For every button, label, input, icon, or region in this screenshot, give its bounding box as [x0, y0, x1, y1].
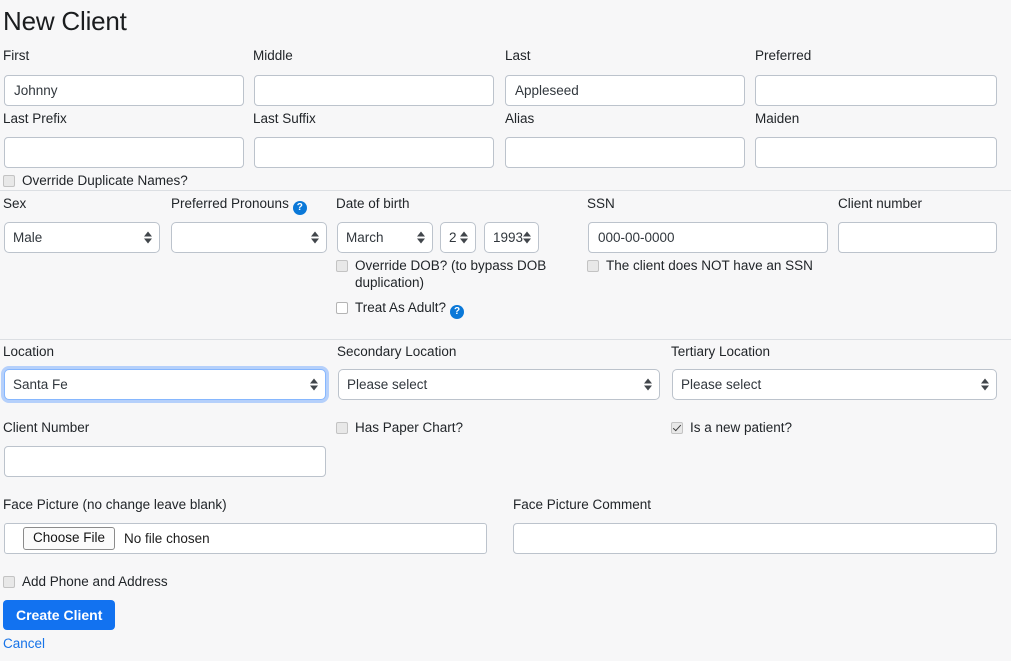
- treat-as-adult-label: Treat As Adult??: [355, 299, 465, 319]
- client-number-input[interactable]: [4, 446, 326, 477]
- add-phone-and-address-label: Add Phone and Address: [22, 574, 168, 589]
- create-client-button[interactable]: Create Client: [3, 600, 116, 630]
- date-of-birth-label: Date of birth: [336, 196, 410, 211]
- treat-as-adult-row[interactable]: Treat As Adult??: [336, 299, 465, 319]
- sex-label: Sex: [3, 196, 27, 211]
- last-name-input[interactable]: [505, 75, 745, 106]
- override-dob-label: Override DOB? (to bypass DOB duplication…: [355, 258, 547, 290]
- treat-as-adult-label-text: Treat As Adult?: [355, 300, 447, 315]
- chevron-updown-icon: [460, 230, 468, 245]
- divider-demographics-section: [0, 339, 1011, 340]
- maiden-label: Maiden: [755, 111, 800, 126]
- help-icon[interactable]: ?: [450, 305, 465, 319]
- last-prefix-label: Last Prefix: [3, 111, 67, 126]
- override-duplicate-names-row[interactable]: Override Duplicate Names?: [3, 172, 188, 189]
- has-paper-chart-label: Has Paper Chart?: [355, 420, 464, 435]
- last-name-label: Last: [505, 48, 531, 63]
- location-select[interactable]: Santa Fe: [4, 369, 326, 400]
- override-dob-row[interactable]: Override DOB? (to bypass DOB duplication…: [336, 257, 571, 291]
- chevron-updown-icon: [981, 377, 989, 392]
- client-number-top-label: Client number: [838, 196, 923, 211]
- tertiary-location-select-value: Please select: [681, 377, 762, 392]
- alias-input[interactable]: [505, 137, 745, 168]
- last-suffix-label: Last Suffix: [253, 111, 316, 126]
- is-new-patient-checkbox[interactable]: [671, 422, 683, 434]
- cancel-link[interactable]: Cancel: [3, 636, 45, 651]
- face-picture-comment-label: Face Picture Comment: [513, 497, 652, 512]
- help-icon[interactable]: ?: [292, 201, 307, 215]
- sex-select-value: Male: [13, 230, 43, 245]
- chevron-updown-icon: [311, 230, 319, 245]
- chevron-updown-icon: [523, 230, 531, 245]
- has-paper-chart-checkbox[interactable]: [336, 422, 348, 434]
- preferred-pronouns-select[interactable]: [171, 222, 327, 253]
- override-duplicate-names-label: Override Duplicate Names?: [22, 173, 188, 188]
- preferred-name-label: Preferred: [755, 48, 812, 63]
- client-number-top-input[interactable]: [838, 222, 997, 253]
- file-status-text: No file chosen: [124, 531, 210, 546]
- dob-month-select[interactable]: March: [337, 222, 433, 253]
- choose-file-button[interactable]: Choose File: [23, 527, 116, 550]
- face-picture-label: Face Picture (no change leave blank): [3, 497, 227, 512]
- location-select-value: Santa Fe: [13, 377, 68, 392]
- preferred-name-input[interactable]: [755, 75, 997, 106]
- override-dob-checkbox[interactable]: [336, 260, 348, 272]
- add-phone-and-address-checkbox[interactable]: [3, 576, 15, 588]
- secondary-location-label: Secondary Location: [337, 344, 457, 359]
- ssn-input[interactable]: [588, 222, 828, 253]
- dob-year-value: 1993: [493, 230, 524, 245]
- is-new-patient-row[interactable]: Is a new patient?: [671, 419, 792, 436]
- no-ssn-checkbox[interactable]: [587, 260, 599, 272]
- sex-select[interactable]: Male: [4, 222, 160, 253]
- client-number-label: Client Number: [3, 420, 90, 435]
- dob-day-select[interactable]: 2: [440, 222, 476, 253]
- ssn-label: SSN: [587, 196, 615, 211]
- chevron-updown-icon: [144, 230, 152, 245]
- preferred-pronouns-label-text: Preferred Pronouns: [171, 196, 289, 211]
- page-title: New Client: [3, 6, 127, 36]
- has-paper-chart-row[interactable]: Has Paper Chart?: [336, 419, 463, 436]
- maiden-input[interactable]: [755, 137, 997, 168]
- secondary-location-select-value: Please select: [347, 377, 428, 392]
- tertiary-location-label: Tertiary Location: [671, 344, 771, 359]
- preferred-pronouns-label: Preferred Pronouns?: [171, 196, 307, 215]
- location-label: Location: [3, 344, 55, 359]
- no-ssn-label: The client does NOT have an SSN: [606, 258, 813, 273]
- last-suffix-input[interactable]: [254, 137, 494, 168]
- middle-name-label: Middle: [253, 48, 293, 63]
- chevron-updown-icon: [644, 377, 652, 392]
- treat-as-adult-checkbox[interactable]: [336, 302, 348, 314]
- dob-day-value: 2: [449, 230, 457, 245]
- dob-month-value: March: [346, 230, 384, 245]
- middle-name-input[interactable]: [254, 75, 494, 106]
- tertiary-location-select[interactable]: Please select: [672, 369, 997, 400]
- chevron-updown-icon: [310, 377, 318, 392]
- override-duplicate-names-checkbox[interactable]: [3, 175, 15, 187]
- first-name-input[interactable]: [4, 75, 244, 106]
- divider-name-section: [0, 190, 1011, 191]
- first-name-label: First: [3, 48, 30, 63]
- add-phone-and-address-row[interactable]: Add Phone and Address: [3, 573, 168, 590]
- alias-label: Alias: [505, 111, 535, 126]
- face-picture-comment-input[interactable]: [513, 523, 997, 554]
- dob-year-select[interactable]: 1993: [484, 222, 539, 253]
- is-new-patient-label: Is a new patient?: [690, 420, 793, 435]
- no-ssn-row[interactable]: The client does NOT have an SSN: [587, 257, 813, 274]
- new-client-form-page: New Client First Middle Last Preferred L…: [0, 0, 1011, 661]
- chevron-updown-icon: [417, 230, 425, 245]
- secondary-location-select[interactable]: Please select: [338, 369, 660, 400]
- face-picture-file-input[interactable]: Choose File No file chosen: [4, 523, 487, 554]
- last-prefix-input[interactable]: [4, 137, 244, 168]
